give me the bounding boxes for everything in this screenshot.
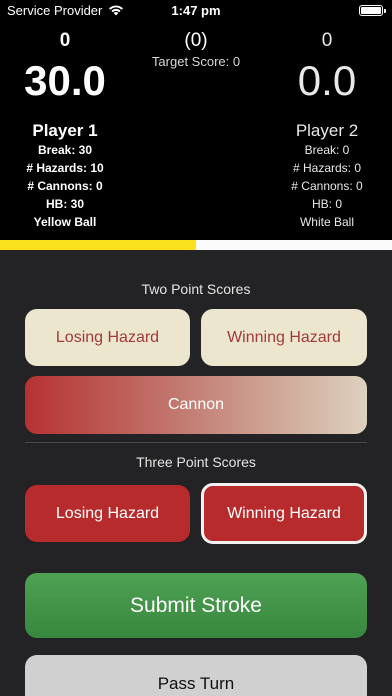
player1-cannons: # Cannons: 0 <box>27 179 103 193</box>
player1-hazards: # Hazards: 10 <box>26 161 104 175</box>
two-point-losing-hazard-button[interactable]: Losing Hazard <box>25 309 190 366</box>
player1-name: Player 1 <box>32 121 98 140</box>
player2-panel: 0 0.0 Player 2 Break: 0 # Hazards: 0 # C… <box>262 22 392 231</box>
player2-break: Break: 0 <box>304 143 350 157</box>
player1-turn-indicator <box>0 240 196 250</box>
player1-ball: Yellow Ball <box>33 215 97 229</box>
three-point-title: Three Point Scores <box>136 454 256 470</box>
player2-turn-indicator <box>196 240 392 250</box>
player2-hazards: # Hazards: 0 <box>292 161 362 175</box>
two-point-winning-hazard-button[interactable]: Winning Hazard <box>201 309 367 366</box>
scoreboard: 0 30.0 Player 1 Break: 30 # Hazards: 10 … <box>0 22 392 240</box>
status-bar: Service Provider 1:47 pm <box>0 0 392 22</box>
three-point-winning-hazard-button[interactable]: Winning Hazard <box>201 483 367 544</box>
section-divider <box>25 442 367 443</box>
player2-frames: 0 <box>321 30 333 51</box>
target-score: Target Score: 0 <box>151 54 241 69</box>
player2-score: 0.0 <box>297 57 357 104</box>
clock: 1:47 pm <box>171 3 221 18</box>
two-point-title: Two Point Scores <box>141 281 251 297</box>
player1-frames: 0 <box>59 30 71 51</box>
player1-high-break: HB: 30 <box>45 197 84 211</box>
battery-icon <box>359 5 386 16</box>
player2-ball: White Ball <box>299 215 355 229</box>
player1-break: Break: 30 <box>37 143 93 157</box>
player2-high-break: HB: 0 <box>311 197 342 211</box>
pass-turn-button[interactable]: Pass Turn <box>25 655 367 696</box>
three-point-losing-hazard-button[interactable]: Losing Hazard <box>25 485 190 542</box>
cannon-button[interactable]: Cannon <box>25 376 367 434</box>
player1-score: 30.0 <box>24 57 106 104</box>
submit-stroke-button[interactable]: Submit Stroke <box>25 573 367 638</box>
player2-cannons: # Cannons: 0 <box>291 179 363 193</box>
player2-name: Player 2 <box>295 121 359 140</box>
match-info: (0) Target Score: 0 <box>130 22 262 69</box>
match-frames: (0) <box>184 30 208 51</box>
player1-panel: 0 30.0 Player 1 Break: 30 # Hazards: 10 … <box>0 22 130 231</box>
